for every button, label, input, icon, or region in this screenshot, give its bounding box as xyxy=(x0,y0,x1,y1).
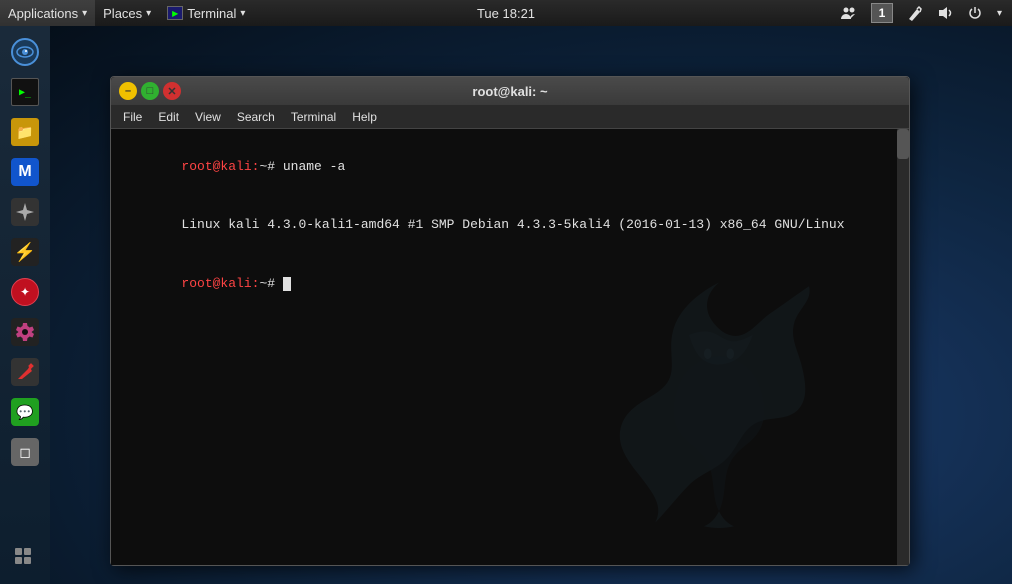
ninja-icon xyxy=(11,198,39,226)
menu-terminal[interactable]: Terminal xyxy=(283,110,344,124)
workspace-badge: 1 xyxy=(871,3,893,23)
minimize-button[interactable]: – xyxy=(119,82,137,100)
sidebar-item-tool2[interactable] xyxy=(7,354,43,390)
sidebar-item-tool1[interactable]: ✦ xyxy=(7,274,43,310)
terminal-arrow-icon: ▾ xyxy=(240,8,245,19)
terminal-menubar: File Edit View Search Terminal Help xyxy=(111,105,909,129)
maximize-button[interactable]: □ xyxy=(141,82,159,100)
cmd-1: ~# uname -a xyxy=(259,159,345,174)
power-icon-btn[interactable] xyxy=(961,0,989,26)
prompt-2: root@kali: xyxy=(181,276,259,291)
sidebar-item-terminal[interactable]: ▶_ xyxy=(7,74,43,110)
sidebar-item-kali[interactable] xyxy=(7,34,43,70)
topbar-clock: Tue 18:21 xyxy=(477,6,535,21)
terminal-label: Terminal xyxy=(187,6,236,21)
volume-icon xyxy=(937,5,953,21)
red-tool-symbol: ✦ xyxy=(20,285,30,299)
pen-icon xyxy=(907,5,923,21)
power-arrow-icon: ▾ xyxy=(997,8,1002,19)
pen-icon-btn[interactable] xyxy=(901,0,929,26)
prompt-1: root@kali: xyxy=(181,159,259,174)
power-icon xyxy=(967,5,983,21)
cmd-2: ~# xyxy=(259,276,282,291)
files-symbol: 📁 xyxy=(16,124,33,141)
sidebar-item-apps[interactable] xyxy=(7,540,43,576)
malwarebytes-icon: M xyxy=(11,158,39,186)
terminal-scrollbar[interactable] xyxy=(897,129,909,565)
chat-bubble-icon: 💬 xyxy=(16,404,33,421)
terminal-body[interactable]: root@kali:~# uname -a Linux kali 4.3.0-k… xyxy=(111,129,909,565)
sidebar-item-metasploit[interactable] xyxy=(7,314,43,350)
applications-label: Applications xyxy=(8,6,78,21)
menu-search[interactable]: Search xyxy=(229,110,283,124)
terminal-cursor xyxy=(283,277,291,291)
applications-menu[interactable]: Applications ▾ xyxy=(0,0,95,26)
places-label: Places xyxy=(103,6,142,21)
terminal-window: – □ ✕ root@kali: ~ File Edit View Search… xyxy=(110,76,910,566)
wrench-icon xyxy=(14,361,36,383)
people-icon-btn[interactable] xyxy=(835,0,863,26)
sidebar-item-files[interactable]: 📁 xyxy=(7,114,43,150)
main-area: – □ ✕ root@kali: ~ File Edit View Search… xyxy=(50,26,1012,584)
kali-eye-icon xyxy=(11,38,39,66)
topbar-right: 1 ▾ xyxy=(835,0,1012,26)
sidebar-item-burp[interactable]: ⚡ xyxy=(7,234,43,270)
places-menu[interactable]: Places ▾ xyxy=(95,0,159,26)
sidebar-item-ninja[interactable] xyxy=(7,194,43,230)
files-icon: 📁 xyxy=(11,118,39,146)
topbar-left: Applications ▾ Places ▾ ▶ Terminal ▾ xyxy=(0,0,253,26)
sidebar-item-store[interactable]: ◻ xyxy=(7,434,43,470)
store-icon: ◻ xyxy=(11,438,39,466)
output-line: Linux kali 4.3.0-kali1-amd64 #1 SMP Debi… xyxy=(181,217,844,232)
eye-icon xyxy=(16,46,34,58)
burp-bolt-icon: ⚡ xyxy=(14,242,36,263)
sidebar-item-malwarebytes[interactable]: M xyxy=(7,154,43,190)
grid-icon xyxy=(14,547,36,569)
scrollbar-thumb[interactable] xyxy=(897,129,909,159)
metasploit-icon xyxy=(11,318,39,346)
menu-help[interactable]: Help xyxy=(344,110,385,124)
terminal-content: root@kali:~# uname -a Linux kali 4.3.0-k… xyxy=(119,137,901,313)
terminal-prompt-icon: ▶_ xyxy=(19,87,31,98)
malwarebytes-m-icon: M xyxy=(18,163,31,181)
close-button[interactable]: ✕ xyxy=(163,82,181,100)
terminal-menu[interactable]: ▶ Terminal ▾ xyxy=(159,0,253,26)
shuriken-icon xyxy=(15,202,35,222)
menu-view[interactable]: View xyxy=(187,110,229,124)
workspace-indicator[interactable]: 1 xyxy=(865,0,899,26)
datetime-label: Tue 18:21 xyxy=(477,6,535,21)
places-arrow-icon: ▾ xyxy=(146,8,151,19)
chat-icon: 💬 xyxy=(11,398,39,426)
window-controls: – □ ✕ xyxy=(119,82,181,100)
terminal-small-icon: ▶ xyxy=(167,6,183,20)
menu-file[interactable]: File xyxy=(115,110,150,124)
terminal-dock-icon: ▶_ xyxy=(11,78,39,106)
menu-edit[interactable]: Edit xyxy=(150,110,187,124)
terminal-title: root@kali: ~ xyxy=(472,84,547,99)
terminal-titlebar: – □ ✕ root@kali: ~ xyxy=(111,77,909,105)
apps-grid-icon xyxy=(11,544,39,572)
sidebar: ▶_ 📁 M ⚡ ✦ xyxy=(0,26,50,584)
store-symbol: ◻ xyxy=(19,444,31,461)
applications-arrow-icon: ▾ xyxy=(82,8,87,19)
volume-icon-btn[interactable] xyxy=(931,0,959,26)
gear-icon xyxy=(15,322,35,342)
red-tool-icon: ✦ xyxy=(11,278,39,306)
power-arrow-btn[interactable]: ▾ xyxy=(991,0,1008,26)
sidebar-item-chat[interactable]: 💬 xyxy=(7,394,43,430)
workspace-number: 1 xyxy=(879,6,886,20)
people-icon xyxy=(841,5,857,21)
topbar: Applications ▾ Places ▾ ▶ Terminal ▾ Tue… xyxy=(0,0,1012,26)
tool2-icon xyxy=(11,358,39,386)
burp-icon: ⚡ xyxy=(11,238,39,266)
